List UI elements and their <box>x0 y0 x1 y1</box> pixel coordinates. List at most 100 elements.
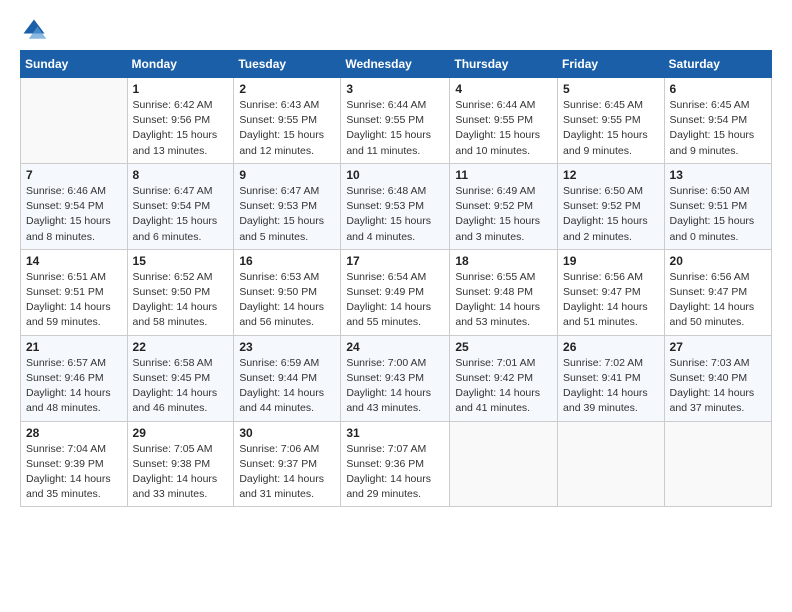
day-number: 12 <box>563 168 659 182</box>
calendar-cell: 31 Sunrise: 7:07 AM Sunset: 9:36 PM Dayli… <box>341 421 450 507</box>
calendar-header-row: SundayMondayTuesdayWednesdayThursdayFrid… <box>21 51 772 78</box>
calendar-week-row: 28 Sunrise: 7:04 AM Sunset: 9:39 PM Dayli… <box>21 421 772 507</box>
day-info: Sunrise: 6:56 AM Sunset: 9:47 PM Dayligh… <box>670 270 766 331</box>
calendar-week-row: 21 Sunrise: 6:57 AM Sunset: 9:46 PM Dayli… <box>21 335 772 421</box>
day-number: 18 <box>455 254 552 268</box>
day-info: Sunrise: 6:55 AM Sunset: 9:48 PM Dayligh… <box>455 270 552 331</box>
day-info: Sunrise: 6:50 AM Sunset: 9:51 PM Dayligh… <box>670 184 766 245</box>
day-number: 13 <box>670 168 766 182</box>
day-info: Sunrise: 6:49 AM Sunset: 9:52 PM Dayligh… <box>455 184 552 245</box>
day-info: Sunrise: 6:42 AM Sunset: 9:56 PM Dayligh… <box>133 98 229 159</box>
calendar-header-wednesday: Wednesday <box>341 51 450 78</box>
calendar-cell: 14 Sunrise: 6:51 AM Sunset: 9:51 PM Dayli… <box>21 249 128 335</box>
calendar-cell: 19Sunrise: 6:56 AM Sunset: 9:47 PM Dayli… <box>558 249 665 335</box>
calendar-cell: 23Sunrise: 6:59 AM Sunset: 9:44 PM Dayli… <box>234 335 341 421</box>
calendar-cell: 4Sunrise: 6:44 AM Sunset: 9:55 PM Daylig… <box>450 78 558 164</box>
day-info: Sunrise: 6:47 AM Sunset: 9:53 PM Dayligh… <box>239 184 335 245</box>
calendar-header-saturday: Saturday <box>664 51 771 78</box>
calendar-page: SundayMondayTuesdayWednesdayThursdayFrid… <box>0 0 792 612</box>
day-number: 1 <box>133 82 229 96</box>
day-info: Sunrise: 6:51 AM Sunset: 9:51 PM Dayligh… <box>26 270 122 331</box>
day-info: Sunrise: 6:57 AM Sunset: 9:46 PM Dayligh… <box>26 356 122 417</box>
day-number: 2 <box>239 82 335 96</box>
day-number: 28 <box>26 426 122 440</box>
calendar-header-friday: Friday <box>558 51 665 78</box>
day-info: Sunrise: 6:52 AM Sunset: 9:50 PM Dayligh… <box>133 270 229 331</box>
calendar-cell: 17Sunrise: 6:54 AM Sunset: 9:49 PM Dayli… <box>341 249 450 335</box>
day-info: Sunrise: 7:05 AM Sunset: 9:38 PM Dayligh… <box>133 442 229 503</box>
calendar-cell: 6 Sunrise: 6:45 AM Sunset: 9:54 PM Daylig… <box>664 78 771 164</box>
day-info: Sunrise: 6:46 AM Sunset: 9:54 PM Dayligh… <box>26 184 122 245</box>
day-info: Sunrise: 7:03 AM Sunset: 9:40 PM Dayligh… <box>670 356 766 417</box>
calendar-cell: 16Sunrise: 6:53 AM Sunset: 9:50 PM Dayli… <box>234 249 341 335</box>
day-number: 15 <box>133 254 229 268</box>
day-number: 5 <box>563 82 659 96</box>
calendar-cell: 2 Sunrise: 6:43 AM Sunset: 9:55 PM Daylig… <box>234 78 341 164</box>
logo <box>20 16 52 44</box>
calendar-cell: 18 Sunrise: 6:55 AM Sunset: 9:48 PM Dayli… <box>450 249 558 335</box>
day-info: Sunrise: 6:44 AM Sunset: 9:55 PM Dayligh… <box>346 98 444 159</box>
day-number: 4 <box>455 82 552 96</box>
day-number: 6 <box>670 82 766 96</box>
calendar-cell: 21 Sunrise: 6:57 AM Sunset: 9:46 PM Dayli… <box>21 335 128 421</box>
day-number: 8 <box>133 168 229 182</box>
calendar-cell: 9Sunrise: 6:47 AM Sunset: 9:53 PM Daylig… <box>234 163 341 249</box>
day-info: Sunrise: 6:45 AM Sunset: 9:54 PM Dayligh… <box>670 98 766 159</box>
day-info: Sunrise: 6:43 AM Sunset: 9:55 PM Dayligh… <box>239 98 335 159</box>
calendar-header-monday: Monday <box>127 51 234 78</box>
calendar-cell <box>664 421 771 507</box>
day-number: 7 <box>26 168 122 182</box>
calendar-week-row: 7 Sunrise: 6:46 AM Sunset: 9:54 PM Daylig… <box>21 163 772 249</box>
day-number: 26 <box>563 340 659 354</box>
day-info: Sunrise: 7:07 AM Sunset: 9:36 PM Dayligh… <box>346 442 444 503</box>
calendar-cell: 26 Sunrise: 7:02 AM Sunset: 9:41 PM Dayli… <box>558 335 665 421</box>
page-header <box>20 16 772 44</box>
calendar-cell: 25 Sunrise: 7:01 AM Sunset: 9:42 PM Dayli… <box>450 335 558 421</box>
day-number: 31 <box>346 426 444 440</box>
day-number: 24 <box>346 340 444 354</box>
calendar-header-tuesday: Tuesday <box>234 51 341 78</box>
day-number: 11 <box>455 168 552 182</box>
calendar-cell: 13 Sunrise: 6:50 AM Sunset: 9:51 PM Dayli… <box>664 163 771 249</box>
day-number: 23 <box>239 340 335 354</box>
calendar-cell: 8 Sunrise: 6:47 AM Sunset: 9:54 PM Daylig… <box>127 163 234 249</box>
day-number: 21 <box>26 340 122 354</box>
calendar-cell: 7 Sunrise: 6:46 AM Sunset: 9:54 PM Daylig… <box>21 163 128 249</box>
calendar-cell: 28 Sunrise: 7:04 AM Sunset: 9:39 PM Dayli… <box>21 421 128 507</box>
calendar-table: SundayMondayTuesdayWednesdayThursdayFrid… <box>20 50 772 507</box>
day-number: 29 <box>133 426 229 440</box>
day-info: Sunrise: 6:56 AM Sunset: 9:47 PM Dayligh… <box>563 270 659 331</box>
calendar-header-sunday: Sunday <box>21 51 128 78</box>
calendar-cell: 20 Sunrise: 6:56 AM Sunset: 9:47 PM Dayli… <box>664 249 771 335</box>
calendar-cell: 5Sunrise: 6:45 AM Sunset: 9:55 PM Daylig… <box>558 78 665 164</box>
day-number: 14 <box>26 254 122 268</box>
day-number: 10 <box>346 168 444 182</box>
calendar-cell <box>450 421 558 507</box>
day-info: Sunrise: 6:50 AM Sunset: 9:52 PM Dayligh… <box>563 184 659 245</box>
calendar-cell: 1 Sunrise: 6:42 AM Sunset: 9:56 PM Daylig… <box>127 78 234 164</box>
calendar-cell: 30Sunrise: 7:06 AM Sunset: 9:37 PM Dayli… <box>234 421 341 507</box>
day-number: 22 <box>133 340 229 354</box>
logo-icon <box>20 16 48 44</box>
calendar-header-thursday: Thursday <box>450 51 558 78</box>
calendar-cell: 12 Sunrise: 6:50 AM Sunset: 9:52 PM Dayli… <box>558 163 665 249</box>
day-info: Sunrise: 6:53 AM Sunset: 9:50 PM Dayligh… <box>239 270 335 331</box>
day-number: 20 <box>670 254 766 268</box>
calendar-cell: 11 Sunrise: 6:49 AM Sunset: 9:52 PM Dayli… <box>450 163 558 249</box>
day-info: Sunrise: 7:00 AM Sunset: 9:43 PM Dayligh… <box>346 356 444 417</box>
calendar-cell: 15 Sunrise: 6:52 AM Sunset: 9:50 PM Dayli… <box>127 249 234 335</box>
day-info: Sunrise: 7:02 AM Sunset: 9:41 PM Dayligh… <box>563 356 659 417</box>
day-info: Sunrise: 7:01 AM Sunset: 9:42 PM Dayligh… <box>455 356 552 417</box>
day-number: 27 <box>670 340 766 354</box>
day-number: 25 <box>455 340 552 354</box>
calendar-cell: 3Sunrise: 6:44 AM Sunset: 9:55 PM Daylig… <box>341 78 450 164</box>
day-info: Sunrise: 6:47 AM Sunset: 9:54 PM Dayligh… <box>133 184 229 245</box>
calendar-cell <box>558 421 665 507</box>
calendar-week-row: 14 Sunrise: 6:51 AM Sunset: 9:51 PM Dayli… <box>21 249 772 335</box>
calendar-cell: 29 Sunrise: 7:05 AM Sunset: 9:38 PM Dayli… <box>127 421 234 507</box>
calendar-cell: 10Sunrise: 6:48 AM Sunset: 9:53 PM Dayli… <box>341 163 450 249</box>
calendar-cell: 24 Sunrise: 7:00 AM Sunset: 9:43 PM Dayli… <box>341 335 450 421</box>
day-info: Sunrise: 7:04 AM Sunset: 9:39 PM Dayligh… <box>26 442 122 503</box>
day-info: Sunrise: 6:58 AM Sunset: 9:45 PM Dayligh… <box>133 356 229 417</box>
calendar-cell: 22 Sunrise: 6:58 AM Sunset: 9:45 PM Dayli… <box>127 335 234 421</box>
